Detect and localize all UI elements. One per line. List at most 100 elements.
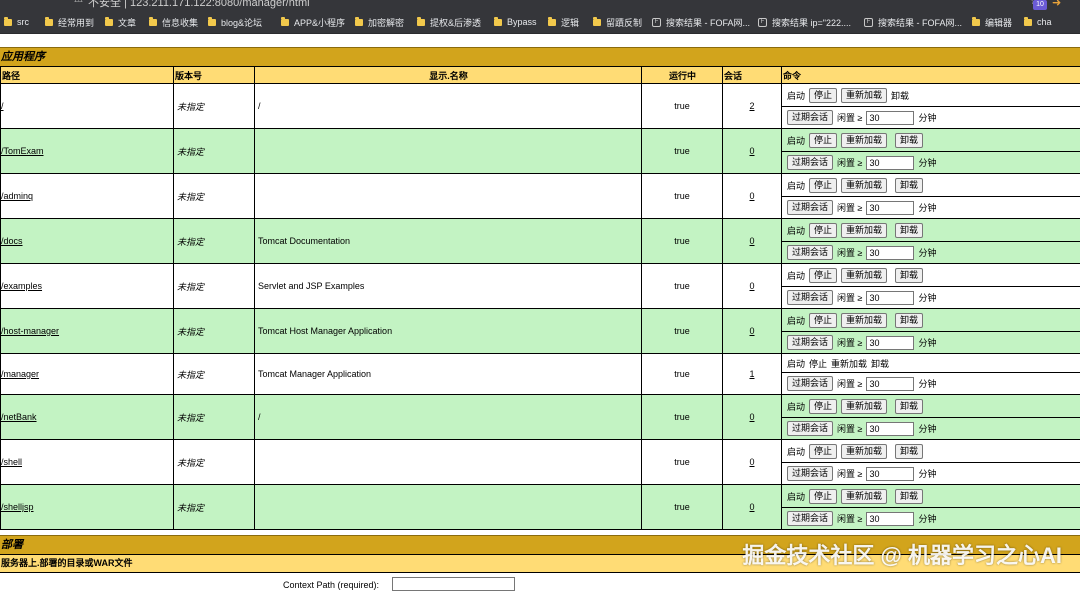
bookmark-item[interactable]: Bypass [494,16,537,28]
idle-minutes-input[interactable]: 30 [866,336,914,350]
extension-badge[interactable]: 10 [1033,0,1047,10]
idle-label: 闲置 ≥ [837,156,862,169]
reload-button[interactable]: 重新加载 [841,268,887,283]
bookmark-item[interactable]: 逻辑 [548,16,579,28]
table-row: /未指定/true2启动停止重新加载卸载过期会话闲置 ≥30分钟 [1,84,1080,129]
sessions-link[interactable]: 0 [749,281,754,291]
idle-minutes-input[interactable]: 30 [866,156,914,170]
undeploy-button[interactable]: 卸载 [895,313,923,328]
app-path-link[interactable]: /manager [1,369,39,379]
reload-button[interactable]: 重新加载 [841,313,887,328]
folder-icon [494,19,502,26]
sessions-link[interactable]: 0 [749,326,754,336]
idle-minutes-input[interactable]: 30 [866,422,914,436]
start-text: 启动 [787,445,805,458]
stop-button[interactable]: 停止 [809,444,837,459]
bookmark-item[interactable]: 经常用到 [45,16,94,28]
stop-button[interactable]: 停止 [809,489,837,504]
app-path-link[interactable]: /docs [1,236,23,246]
bookmark-item[interactable]: 编辑器 [972,16,1012,28]
expire-sessions-button[interactable]: 过期会话 [787,155,833,170]
reload-button[interactable]: 重新加载 [841,223,887,238]
reload-button[interactable]: 重新加载 [841,88,887,103]
expire-sessions-button[interactable]: 过期会话 [787,200,833,215]
expire-sessions-button[interactable]: 过期会话 [787,466,833,481]
sessions-link[interactable]: 2 [749,101,754,111]
insecure-icon[interactable]: ⚠ [74,0,83,5]
start-text: 启动 [787,400,805,413]
idle-minutes-input[interactable]: 30 [866,377,914,391]
undeploy-button[interactable]: 卸载 [895,489,923,504]
sessions-link[interactable]: 0 [749,146,754,156]
bookmark-item[interactable]: src [4,16,29,28]
expire-sessions-button[interactable]: 过期会话 [787,421,833,436]
expire-sessions-button[interactable]: 过期会话 [787,376,833,391]
stop-button[interactable]: 停止 [809,268,837,283]
stop-button[interactable]: 停止 [809,313,837,328]
expire-sessions-button[interactable]: 过期会话 [787,511,833,526]
app-path-link[interactable]: /shell [1,457,22,467]
app-path-link[interactable]: /netBank [1,412,37,422]
bookmark-item[interactable]: blog&论坛 [208,16,262,28]
context-path-input[interactable] [392,577,515,591]
sessions-link[interactable]: 0 [749,236,754,246]
expire-sessions-button[interactable]: 过期会话 [787,335,833,350]
reload-button[interactable]: 重新加载 [841,178,887,193]
bookmark-item[interactable]: 提权&后渗透 [417,16,481,28]
bookmark-item[interactable]: 留蹟反制 [593,16,642,28]
sessions-link[interactable]: 0 [749,412,754,422]
app-path-link[interactable]: /adminq [1,191,33,201]
cell-version: 未指定 [174,219,255,264]
bookmark-item[interactable]: 文章 [105,16,136,28]
stop-button[interactable]: 停止 [809,178,837,193]
app-path-link[interactable]: / [1,101,4,111]
idle-minutes-input[interactable]: 30 [866,111,914,125]
command-line-2: 过期会话闲置 ≥30分钟 [782,462,1080,484]
undeploy-button[interactable]: 卸载 [895,223,923,238]
reload-button[interactable]: 重新加载 [841,133,887,148]
stop-button[interactable]: 停止 [809,223,837,238]
bookmark-label: 留蹟反制 [606,16,642,29]
sessions-link[interactable]: 0 [749,502,754,512]
command-line-2: 过期会话闲置 ≥30分钟 [782,417,1080,439]
stop-button[interactable]: 停止 [809,88,837,103]
app-path-link[interactable]: /shelljsp [1,502,34,512]
reload-button[interactable]: 重新加载 [841,489,887,504]
sessions-link[interactable]: 0 [749,457,754,467]
sessions-link[interactable]: 1 [749,369,754,379]
idle-minutes-input[interactable]: 30 [866,291,914,305]
undeploy-button[interactable]: 卸载 [895,133,923,148]
expire-sessions-button[interactable]: 过期会话 [787,245,833,260]
reload-button[interactable]: 重新加载 [841,444,887,459]
idle-minutes-input[interactable]: 30 [866,512,914,526]
stop-button[interactable]: 停止 [809,399,837,414]
idle-minutes-input[interactable]: 30 [866,246,914,260]
idle-label: 闲置 ≥ [837,111,862,124]
sessions-link[interactable]: 0 [749,191,754,201]
app-path-link[interactable]: /host-manager [1,326,59,336]
bookmark-item[interactable]: 加密解密 [355,16,404,28]
app-path-link[interactable]: /examples [1,281,42,291]
reload-button[interactable]: 重新加载 [841,399,887,414]
undeploy-button[interactable]: 卸载 [895,444,923,459]
cell-sessions: 0 [723,309,782,354]
folder-icon [149,19,157,26]
stop-button[interactable]: 停止 [809,133,837,148]
expire-sessions-button[interactable]: 过期会话 [787,110,833,125]
bookmark-item[interactable]: F搜索结果 ip="222.... [758,16,851,28]
bookmark-item[interactable]: 信息收集 [149,16,198,28]
idle-minutes-input[interactable]: 30 [866,201,914,215]
bookmark-item[interactable]: cha [1024,16,1052,28]
bookmark-item[interactable]: F搜索结果 - FOFA网... [652,16,750,28]
undeploy-button[interactable]: 卸载 [895,178,923,193]
bookmark-item[interactable]: APP&小程序 [281,16,345,28]
idle-minutes-input[interactable]: 30 [866,467,914,481]
undeploy-button[interactable]: 卸载 [895,268,923,283]
cell-display-name: Tomcat Host Manager Application [255,309,642,354]
extension-arrow-icon[interactable]: ➜ [1052,0,1061,9]
expire-sessions-button[interactable]: 过期会话 [787,290,833,305]
undeploy-button[interactable]: 卸载 [895,399,923,414]
bookmark-item[interactable]: F搜索结果 - FOFA网... [864,16,962,28]
address-bar[interactable]: 不安全 | 123.211.171.122:8080/manager/html [88,0,310,10]
app-path-link[interactable]: /TomExam [1,146,44,156]
